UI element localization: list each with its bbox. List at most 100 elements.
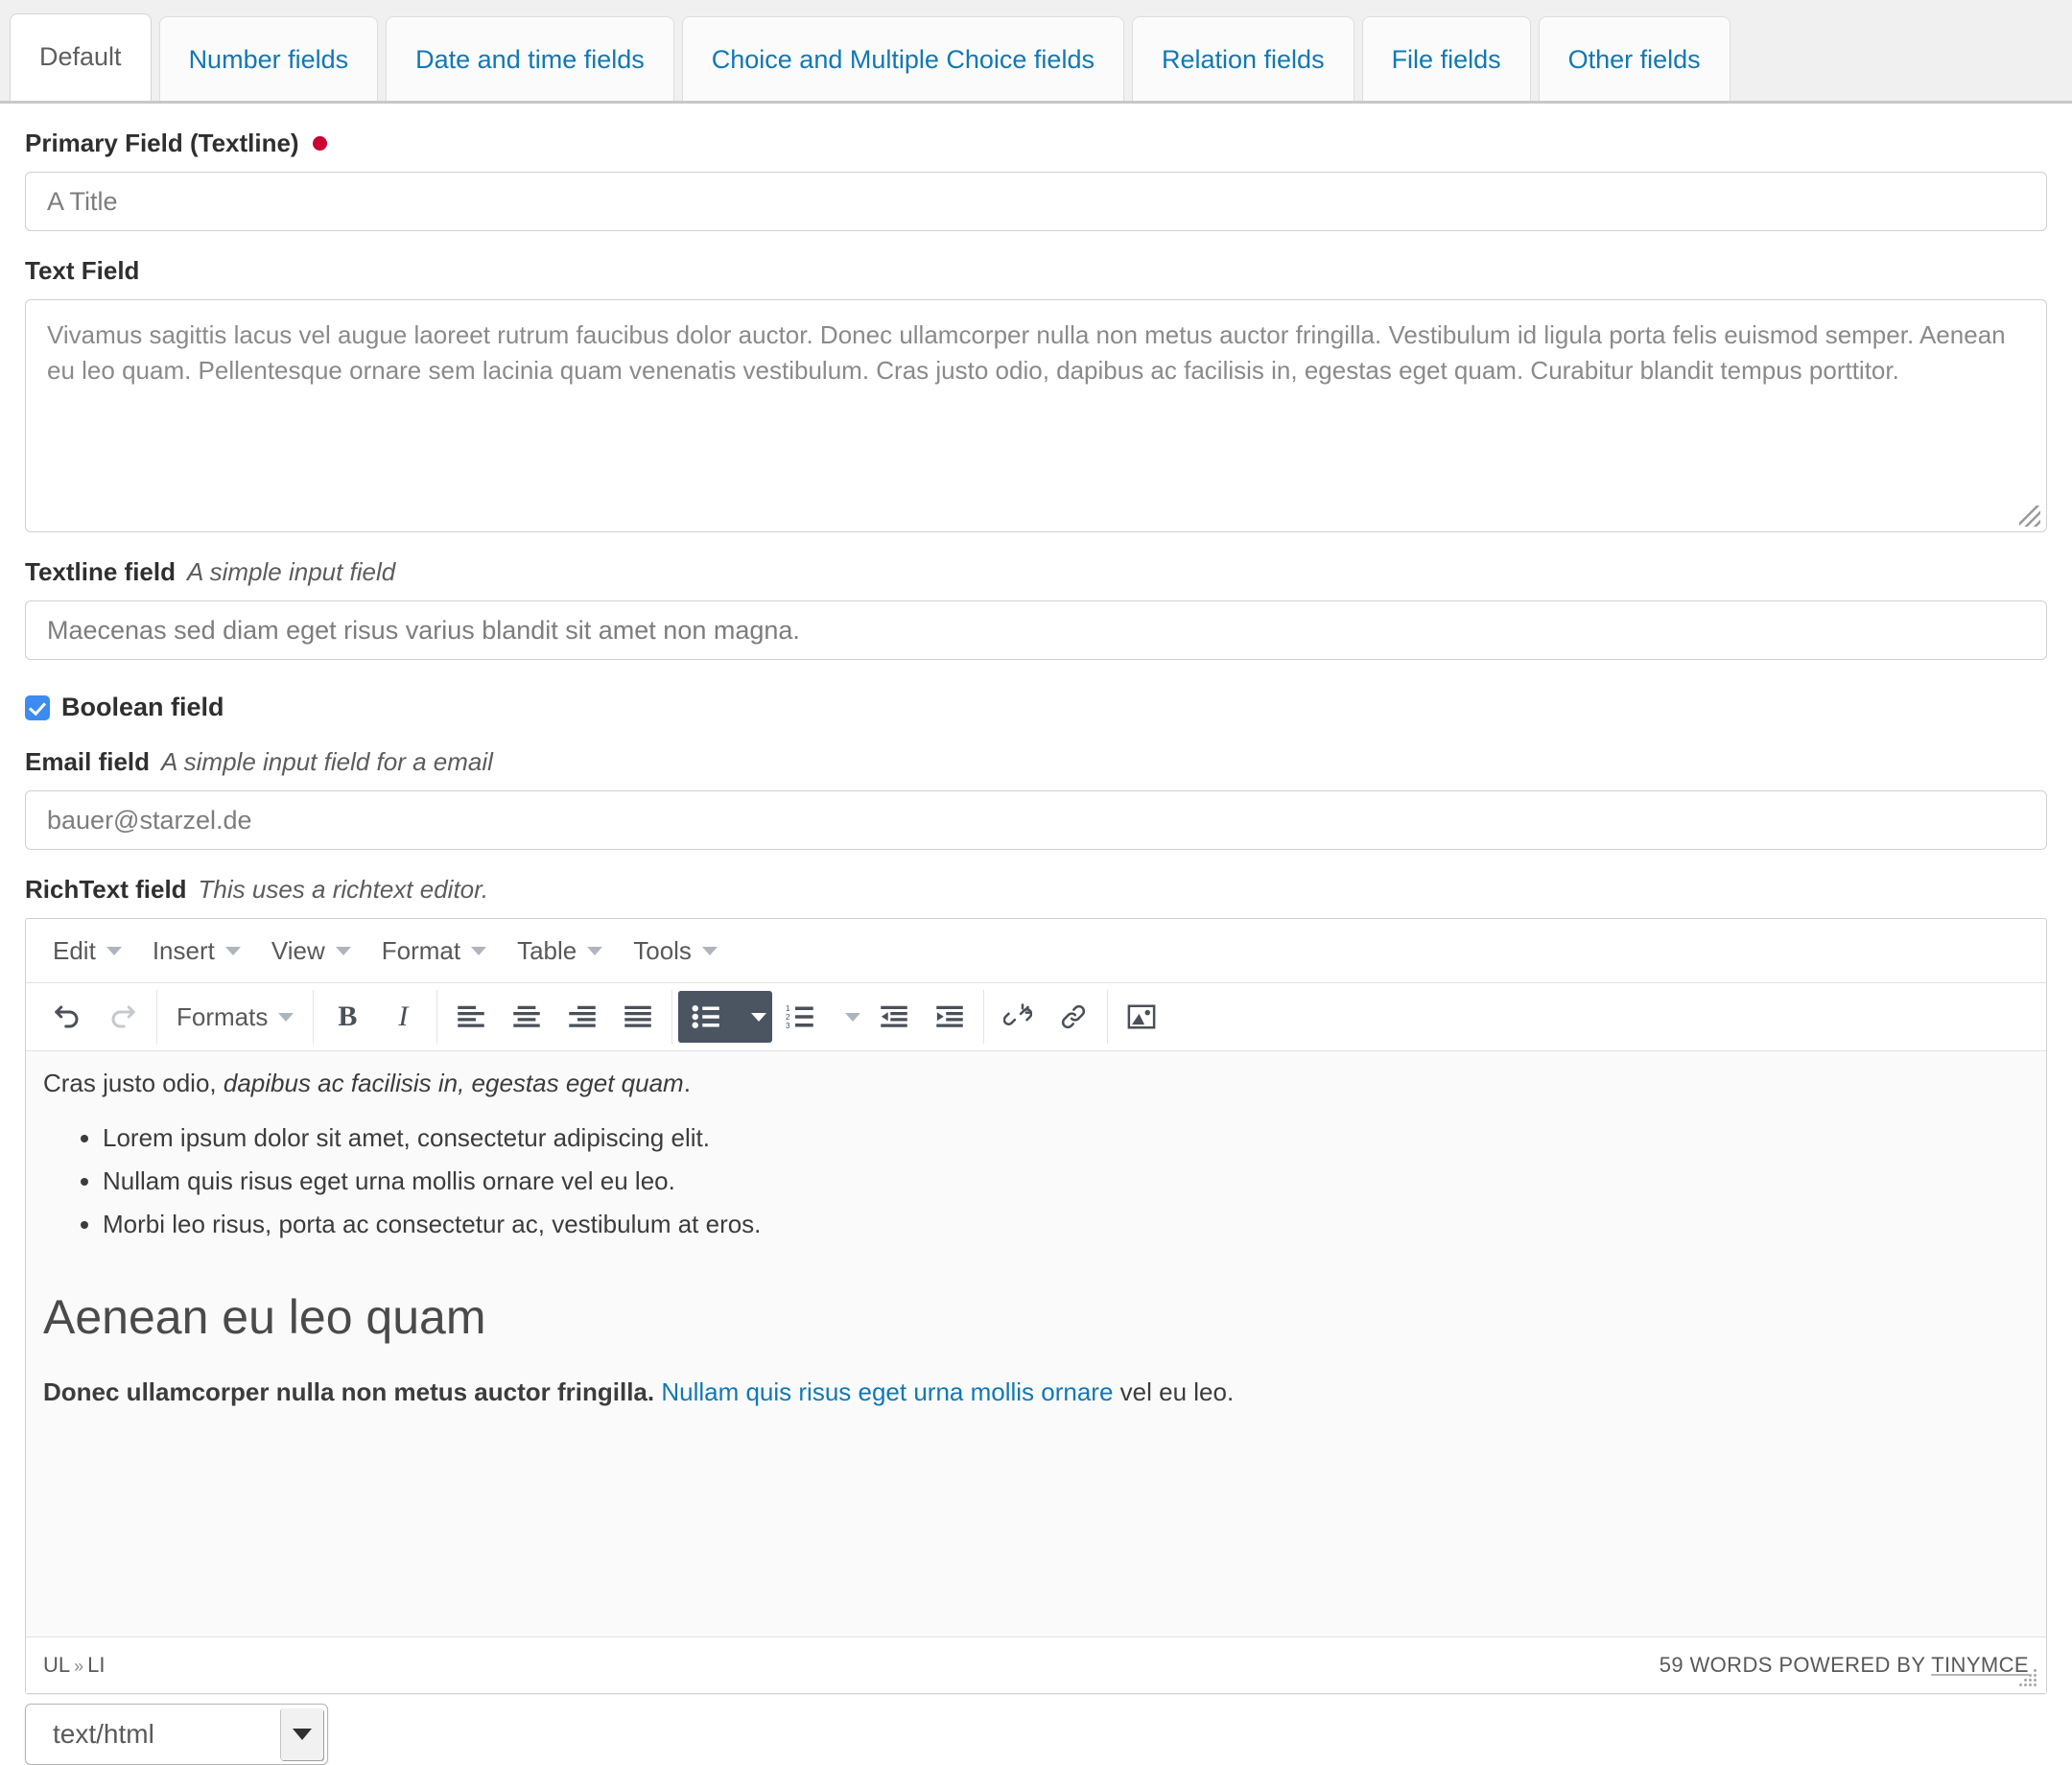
richtext-field-label-text: RichText field — [25, 875, 187, 904]
richtext-inline-link[interactable]: Nullam quis risus eget urna mollis ornar… — [661, 1377, 1113, 1406]
bullet-list-split-button[interactable] — [678, 991, 773, 1043]
email-field-input[interactable] — [25, 790, 2047, 850]
menu-edit-label: Edit — [53, 935, 96, 965]
textline-field-input[interactable] — [25, 600, 2047, 660]
tinymce-menubar: Edit Insert View Format Table Tools — [26, 919, 2046, 983]
word-count-and-branding: 59 WORDS POWERED BY TINYMCE — [1660, 1653, 2029, 1678]
element-path-breadcrumb: UL» LI — [43, 1653, 106, 1678]
boolean-field-row[interactable]: Boolean field — [25, 693, 2047, 722]
tab-label: File fields — [1391, 45, 1501, 74]
menu-edit[interactable]: Edit — [37, 928, 137, 974]
richtext-field-hint: This uses a richtext editor. — [198, 875, 489, 904]
primary-field-input[interactable] — [25, 172, 2047, 231]
form-body: Primary Field (Textline) Text Field Viva… — [0, 129, 2072, 1765]
chevron-down-icon[interactable] — [280, 1708, 323, 1760]
lead-text-1: Cras justo odio, — [43, 1069, 224, 1097]
field-tabs: Default Number fields Date and time fiel… — [0, 0, 2072, 104]
align-justify-icon[interactable] — [610, 991, 666, 1043]
text-field-textarea[interactable]: Vivamus sagittis lacus vel augue laoreet… — [25, 299, 2047, 532]
list-item: Morbi leo risus, porta ac consectetur ac… — [103, 1210, 2029, 1239]
italic-icon: I — [398, 1000, 409, 1032]
tab-label: Relation fields — [1161, 45, 1325, 74]
list-item: Lorem ipsum dolor sit amet, consectetur … — [103, 1123, 2029, 1153]
richtext-lead-paragraph: Cras justo odio, dapibus ac facilisis in… — [43, 1069, 2029, 1098]
tab-relation-fields[interactable]: Relation fields — [1131, 16, 1354, 101]
toolbar-group-media — [1108, 990, 1175, 1044]
italic-button[interactable]: I — [375, 991, 431, 1043]
menu-insert[interactable]: Insert — [137, 928, 256, 974]
mimetype-select[interactable]: text/html — [25, 1704, 328, 1765]
menu-format[interactable]: Format — [366, 928, 502, 974]
numbered-list-icon[interactable]: 123 — [772, 991, 828, 1043]
tab-label: Number fields — [188, 45, 349, 74]
chevron-down-icon — [587, 946, 603, 955]
required-dot-icon — [312, 136, 327, 151]
bullet-list-dropdown[interactable] — [734, 1012, 772, 1022]
toolbar-group-align — [437, 990, 673, 1044]
toolbar-group-formats: Formats — [157, 990, 315, 1044]
bullet-list-icon[interactable] — [678, 991, 735, 1043]
list-item: Nullam quis risus eget urna mollis ornar… — [103, 1166, 2029, 1196]
align-right-icon[interactable] — [554, 991, 610, 1043]
menu-view-label: View — [271, 935, 325, 965]
final-strong-text: Donec ullamcorper nulla non metus auctor… — [43, 1377, 662, 1406]
tab-other-fields[interactable]: Other fields — [1538, 16, 1731, 101]
image-icon[interactable] — [1114, 991, 1169, 1043]
redo-icon[interactable] — [95, 991, 151, 1043]
tinymce-toolbar: Formats B I 1 2 3 — [26, 983, 2046, 1051]
outdent-icon[interactable] — [866, 991, 922, 1043]
tab-label: Choice and Multiple Choice fields — [711, 45, 1095, 74]
editor-resize-handle[interactable] — [2019, 1668, 2038, 1687]
textline-field-label: Textline field A simple input field — [25, 557, 2047, 587]
tab-number-fields[interactable]: Number fields — [158, 16, 379, 101]
email-field-label-text: Email field — [25, 747, 151, 776]
email-field-label: Email field A simple input field for a e… — [25, 747, 2047, 777]
undo-icon[interactable] — [39, 991, 95, 1043]
align-left-icon[interactable] — [443, 991, 499, 1043]
richtext-bullet-list: Lorem ipsum dolor sit amet, consectetur … — [43, 1123, 2029, 1239]
formats-dropdown[interactable]: Formats — [163, 991, 307, 1043]
tab-file-fields[interactable]: File fields — [1361, 16, 1531, 101]
chevron-down-icon — [224, 946, 241, 955]
textline-field-label-text: Textline field — [25, 557, 176, 586]
toolbar-group-lists: 123 — [672, 990, 985, 1044]
menu-view[interactable]: View — [256, 928, 366, 974]
boolean-field-checkbox[interactable] — [25, 694, 50, 720]
tab-date-and-time-fields[interactable]: Date and time fields — [386, 16, 674, 101]
toolbar-group-links — [984, 990, 1109, 1044]
menu-tools[interactable]: Tools — [618, 928, 733, 974]
final-tail-text: vel eu leo. — [1113, 1377, 1235, 1406]
tab-default[interactable]: Default — [10, 13, 152, 101]
chevron-down-icon — [701, 946, 718, 955]
textarea-resize-handle[interactable] — [2019, 506, 2040, 527]
text-field-label: Text Field — [25, 256, 2047, 286]
richtext-field-label: RichText field This uses a richtext edit… — [25, 875, 2047, 905]
chevron-down-icon — [471, 946, 487, 955]
chevron-down-icon — [278, 1012, 294, 1022]
primary-field-label: Primary Field (Textline) — [25, 129, 2047, 158]
align-center-icon[interactable] — [499, 991, 554, 1043]
richtext-final-paragraph: Donec ullamcorper nulla non metus auctor… — [43, 1377, 2029, 1407]
menu-table-label: Table — [517, 935, 577, 965]
menu-format-label: Format — [381, 935, 461, 965]
email-field-hint: A simple input field for a email — [161, 747, 493, 776]
svg-text:1: 1 — [786, 1004, 790, 1013]
chevron-down-icon — [106, 946, 122, 955]
bold-icon: B — [338, 1000, 358, 1032]
formats-label: Formats — [177, 1001, 269, 1031]
textline-field-hint: A simple input field — [187, 557, 396, 586]
tinymce-editor: Edit Insert View Format Table Tools Form… — [25, 918, 2047, 1694]
tab-label: Default — [39, 42, 122, 71]
unlink-icon[interactable] — [990, 991, 1046, 1043]
tinymce-content-area[interactable]: Cras justo odio, dapibus ac facilisis in… — [26, 1051, 2046, 1636]
bold-button[interactable]: B — [319, 991, 375, 1043]
tab-choice-and-multiple-choice-fields[interactable]: Choice and Multiple Choice fields — [681, 16, 1124, 101]
mimetype-select-value: text/html — [53, 1719, 154, 1749]
numbered-list-dropdown[interactable] — [828, 1012, 866, 1022]
toolbar-group-style: B I — [314, 990, 438, 1044]
menu-table[interactable]: Table — [502, 928, 618, 974]
numbered-list-split-button[interactable]: 123 — [772, 991, 866, 1043]
link-icon[interactable] — [1046, 991, 1101, 1043]
tab-label: Other fields — [1567, 45, 1701, 74]
indent-icon[interactable] — [922, 991, 977, 1043]
